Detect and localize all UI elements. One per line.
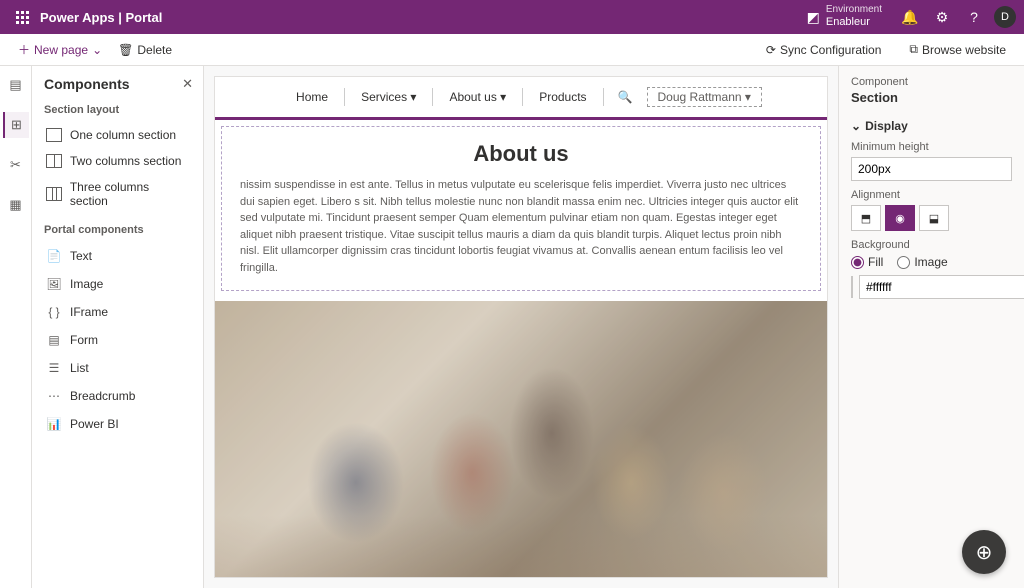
portal-components-heading: Portal components: [44, 224, 191, 236]
breadcrumb: Component: [851, 76, 1012, 88]
chevron-down-icon: ▾: [500, 90, 506, 104]
environment-label: Environment: [826, 4, 882, 16]
plus-icon: ＋: [18, 41, 30, 58]
hero-body: nissim suspendisse in est ante. Tellus i…: [240, 177, 802, 276]
notifications-icon[interactable]: 🔔: [894, 9, 926, 26]
breadcrumb-icon: ⋯: [46, 388, 62, 404]
chevron-down-icon: ⌄: [92, 43, 102, 57]
components-panel: Components ✕ Section layout One column s…: [32, 66, 204, 588]
trash-icon: 🗑: [118, 43, 133, 57]
canvas: Home Services ▾ About us ▾ Products 🔍 Do…: [204, 66, 838, 588]
align-bottom-button[interactable]: ⬓: [919, 205, 949, 231]
browse-website-button[interactable]: ⧉ Browse website: [901, 38, 1014, 61]
new-page-button[interactable]: ＋ New page ⌄: [10, 37, 110, 62]
app-title: Power Apps | Portal: [40, 10, 162, 25]
component-image[interactable]: 🖼Image: [44, 270, 191, 298]
background-image-radio[interactable]: Image: [897, 255, 947, 269]
nav-services[interactable]: Services ▾: [345, 88, 433, 106]
min-height-label: Minimum height: [851, 141, 1012, 153]
delete-button[interactable]: 🗑 Delete: [110, 39, 180, 61]
two-columns-section[interactable]: Two columns section: [44, 148, 191, 174]
rail-pages-icon[interactable]: ▤: [3, 72, 29, 98]
hero-heading: About us: [240, 141, 802, 167]
chevron-down-icon: ▾: [410, 90, 416, 104]
chevron-down-icon: ⌄: [851, 119, 861, 133]
rail-components-icon[interactable]: ⊞: [3, 112, 29, 138]
nav-user-menu[interactable]: Doug Rattmann ▾: [647, 87, 762, 107]
chevron-down-icon: ▾: [745, 90, 751, 104]
nav-products[interactable]: Products: [523, 88, 603, 106]
three-columns-section[interactable]: Three columns section: [44, 174, 191, 214]
properties-panel: Component Section ⌄ Display Minimum heig…: [838, 66, 1024, 588]
background-label: Background: [851, 239, 1012, 251]
display-section-toggle[interactable]: ⌄ Display: [851, 119, 1012, 133]
background-fill-radio[interactable]: Fill: [851, 255, 883, 269]
nav-about[interactable]: About us ▾: [433, 88, 523, 106]
magnify-icon: ⊕: [976, 540, 993, 565]
component-breadcrumb[interactable]: ⋯Breadcrumb: [44, 382, 191, 410]
refresh-icon: ⟳: [766, 43, 776, 57]
command-bar: ＋ New page ⌄ 🗑 Delete ⟳ Sync Configurati…: [0, 34, 1024, 66]
environment-name: Enableur: [826, 16, 870, 28]
component-text[interactable]: 📄Text: [44, 242, 191, 270]
zoom-fab[interactable]: ⊕: [962, 530, 1006, 574]
align-top-button[interactable]: ⬒: [851, 205, 881, 231]
min-height-input[interactable]: [851, 157, 1012, 181]
form-icon: ▤: [46, 332, 62, 348]
left-rail: ▤ ⊞ ✂ ▦: [0, 66, 32, 588]
page-preview[interactable]: Home Services ▾ About us ▾ Products 🔍 Do…: [214, 76, 828, 578]
environment-picker[interactable]: ◩ Environment Enableur: [807, 4, 882, 29]
site-navbar: Home Services ▾ About us ▾ Products 🔍 Do…: [215, 77, 827, 120]
nav-home[interactable]: Home: [280, 88, 345, 106]
iframe-icon: { }: [46, 304, 62, 320]
text-icon: 📄: [46, 248, 62, 264]
one-column-section[interactable]: One column section: [44, 122, 191, 148]
component-form[interactable]: ▤Form: [44, 326, 191, 354]
environment-icon: ◩: [807, 9, 820, 26]
external-link-icon: ⧉: [909, 42, 918, 57]
alignment-label: Alignment: [851, 189, 1012, 201]
app-header: Power Apps | Portal ◩ Environment Enable…: [0, 0, 1024, 34]
settings-icon[interactable]: ⚙: [926, 9, 958, 26]
hero-image[interactable]: [215, 301, 827, 578]
rail-tools-icon[interactable]: ✂: [3, 152, 29, 178]
user-avatar[interactable]: D: [994, 6, 1016, 28]
color-input[interactable]: [859, 275, 1024, 299]
component-list[interactable]: ☰List: [44, 354, 191, 382]
component-powerbi[interactable]: 📊Power BI: [44, 410, 191, 438]
color-swatch[interactable]: [851, 276, 853, 298]
selected-section[interactable]: About us nissim suspendisse in est ante.…: [221, 126, 821, 291]
image-icon: 🖼: [46, 276, 62, 292]
powerbi-icon: 📊: [46, 416, 62, 432]
align-middle-button[interactable]: ◉: [885, 205, 915, 231]
rail-templates-icon[interactable]: ▦: [3, 192, 29, 218]
component-iframe[interactable]: { }IFrame: [44, 298, 191, 326]
search-icon[interactable]: 🔍: [604, 90, 647, 104]
list-icon: ☰: [46, 360, 62, 376]
close-icon[interactable]: ✕: [182, 76, 193, 92]
panel-title: Components: [44, 76, 191, 92]
component-type-title: Section: [851, 90, 1012, 105]
section-layout-heading: Section layout: [44, 104, 191, 116]
sync-config-button[interactable]: ⟳ Sync Configuration: [758, 38, 889, 61]
help-icon[interactable]: ?: [958, 9, 990, 25]
app-launcher-icon[interactable]: [8, 11, 36, 24]
